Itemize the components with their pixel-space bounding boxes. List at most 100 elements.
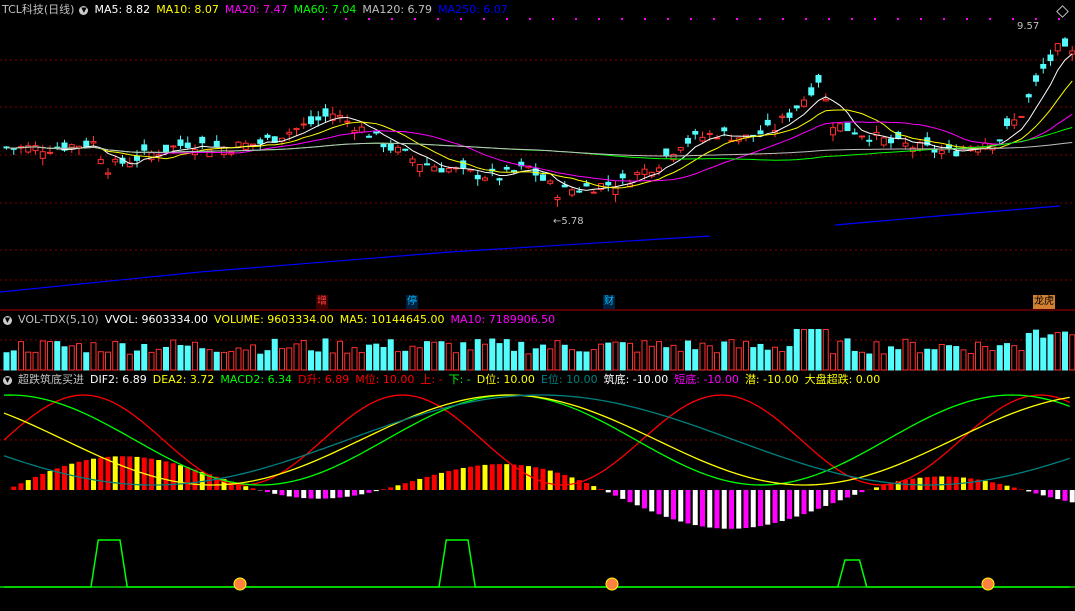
ma-label: MA250: 6.07	[438, 3, 508, 16]
macd-bar	[460, 467, 466, 490]
macd-bar	[598, 489, 604, 490]
low-price-label: ←5.78	[553, 216, 584, 227]
macd-bar	[11, 486, 17, 490]
macd-bar	[504, 464, 510, 490]
settings-circle-icon[interactable]: ▼	[3, 315, 12, 325]
signal-line	[4, 539, 1070, 588]
macd-bar	[308, 490, 314, 499]
macd-bar	[294, 490, 299, 498]
macd-bar	[410, 481, 415, 490]
event-tag-add[interactable]: 增	[316, 295, 328, 309]
event-tag-dragon-tiger[interactable]: 龙虎	[1033, 295, 1055, 309]
macd-bar	[127, 456, 133, 490]
macd-bar	[591, 486, 597, 490]
macd-bar	[736, 490, 742, 529]
macd-bar	[1011, 487, 1017, 490]
event-tag-finance[interactable]: 财	[603, 295, 615, 309]
macd-bar	[837, 490, 843, 501]
indicator-label: DEA2: 3.72	[152, 373, 215, 386]
macd-bar	[924, 477, 930, 490]
macd-bar	[91, 458, 96, 490]
indicator-label: D升: 6.89	[298, 373, 350, 386]
indicator-label: E位: 10.00	[540, 373, 598, 386]
settings-circle-icon[interactable]: ▼	[79, 5, 89, 15]
macd-bar	[25, 480, 31, 490]
macd-bar	[33, 476, 38, 490]
macd-bar	[40, 473, 46, 490]
macd-bar	[381, 489, 386, 490]
macd-bar	[301, 490, 307, 499]
macd-bar	[787, 490, 792, 519]
ma-label: MA20: 7.47	[224, 3, 288, 16]
macd-bar	[968, 478, 974, 490]
macd-bar	[366, 490, 372, 493]
macd-bar	[649, 490, 655, 512]
macd-bar	[402, 483, 408, 490]
macd-bar	[997, 483, 1003, 490]
macd-bar	[721, 490, 727, 529]
macd-bar	[627, 490, 633, 503]
macd-bar	[620, 490, 626, 499]
ma-label: MA60: 7.04	[293, 3, 357, 16]
macd-bar	[315, 490, 321, 499]
macd-bar	[634, 490, 640, 506]
macd-bar	[272, 490, 278, 494]
indicator-title[interactable]: 超跌筑底买进	[18, 373, 84, 386]
macd-bar	[286, 490, 292, 497]
macd-bar	[714, 490, 720, 529]
macd-bar	[83, 460, 89, 490]
macd-bar	[729, 490, 734, 529]
macd-bar	[446, 471, 452, 490]
macd-bar	[482, 464, 488, 490]
indicator-header: ▼ 超跌筑底买进 DIF2: 6.89 DEA2: 3.72 MACD2: 6.34 D升…	[0, 373, 892, 387]
macd-bar	[946, 476, 952, 490]
macd-bar	[794, 490, 800, 517]
macd-bar	[265, 490, 270, 493]
macd-bar	[185, 467, 191, 490]
macd-bar	[388, 487, 394, 490]
macd-bar	[395, 485, 401, 490]
volume-label: MA10: 7189906.50	[450, 313, 556, 326]
macd-bar	[18, 483, 24, 490]
buy-signal-ball-icon	[233, 577, 247, 591]
volume-title[interactable]: VOL-TDX(5,10)	[18, 313, 99, 326]
macd-bar	[62, 465, 67, 490]
price-title[interactable]: TCL科技(日线)	[2, 3, 74, 16]
macd-bar	[468, 466, 473, 490]
macd-bar	[779, 490, 785, 522]
event-tag-halt[interactable]: 停	[406, 295, 418, 309]
macd-bar	[555, 472, 560, 490]
macd-bar	[656, 490, 662, 515]
macd-bar	[1033, 490, 1039, 494]
macd-bar	[605, 490, 611, 493]
macd-bar	[743, 490, 749, 529]
macd-bar	[178, 465, 183, 490]
macd-bar	[750, 490, 756, 528]
settings-circle-icon[interactable]: ▼	[3, 375, 12, 385]
buy-signal-ball-icon	[605, 577, 619, 591]
macd-bar	[772, 490, 778, 523]
indicator-label: D位: 10.00	[476, 373, 535, 386]
ma-label: MA120: 6.79	[362, 3, 433, 16]
macd-bar	[562, 474, 568, 490]
volume-label: VVOL: 9603334.00	[104, 313, 209, 326]
macd-bar	[1019, 489, 1024, 490]
macd-bar	[352, 490, 357, 496]
macd-bar	[431, 474, 437, 490]
macd-bar	[584, 483, 589, 490]
macd-bar	[540, 468, 546, 490]
macd-bar	[47, 471, 53, 490]
indicator-label: 短底: -10.00	[674, 373, 739, 386]
indicator-label: 下: -	[448, 373, 471, 386]
macd-bar	[823, 490, 829, 506]
macd-bar	[547, 470, 553, 490]
macd-bar	[120, 456, 125, 490]
indicator-label: 潜: -10.00	[744, 373, 799, 386]
indicator-label: M位: 10.00	[355, 373, 415, 386]
macd-bar	[526, 466, 531, 490]
volume-label: MA5: 10144645.00	[339, 313, 445, 326]
macd-bar	[1040, 490, 1046, 496]
macd-bar	[874, 487, 879, 490]
macd-bar	[69, 463, 75, 490]
macd-bar	[98, 457, 104, 490]
